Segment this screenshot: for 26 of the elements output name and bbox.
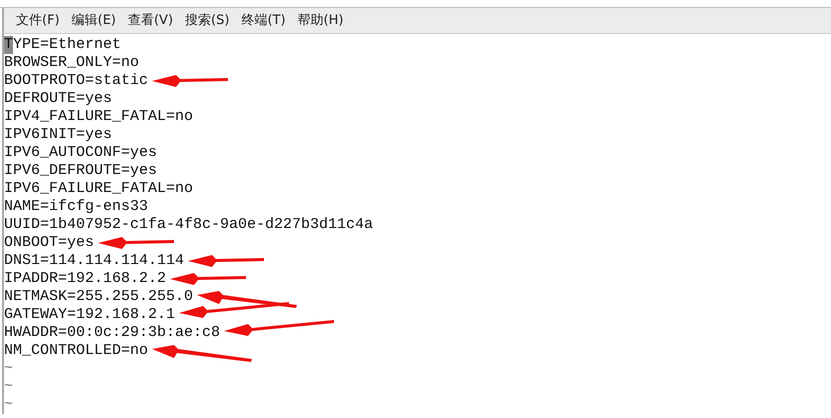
menu-item[interactable]: 编辑(E) [66,8,122,34]
config-line: ONBOOT=yes [4,234,94,252]
config-line: NM_CONTROLLED=no [4,342,148,360]
menu-item[interactable]: 终端(T) [235,8,292,34]
config-line: IPV6_AUTOCONF=yes [4,144,158,162]
config-line: DNS1=114.114.114.114 [4,252,184,270]
menu-item[interactable]: 查看(V) [122,8,180,34]
menu-item[interactable]: 文件(F) [10,8,66,34]
config-line: IPV6_FAILURE_FATAL=no [4,180,194,198]
config-line: IPV6INIT=yes [4,126,112,144]
config-line: IPADDR=192.168.2.2 [4,270,166,288]
config-line: BOOTPROTO=static [4,72,148,90]
empty-line-marker: ~ [4,378,14,396]
empty-line-marker: ~ [4,396,14,414]
config-line: IPV4_FAILURE_FATAL=no [4,108,194,126]
config-line: BROWSER_ONLY=no [4,54,140,72]
menu-item[interactable]: 搜索(S) [179,8,236,34]
empty-line-marker: ~ [4,360,14,378]
config-line: GATEWAY=192.168.2.1 [4,306,176,324]
config-line: NETMASK=255.255.255.0 [4,288,194,306]
config-line: UUID=1b407952-c1fa-4f8c-9a0e-d227b3d11c4a [4,216,374,234]
config-line: HWADDR=00:0c:29:3b:ae:c8 [4,324,220,342]
menu-item[interactable]: 帮助(H) [292,8,350,34]
config-line: DEFROUTE=yes [4,90,112,108]
config-line: IPV6_DEFROUTE=yes [4,162,158,180]
config-line: NAME=ifcfg-ens33 [4,198,148,216]
